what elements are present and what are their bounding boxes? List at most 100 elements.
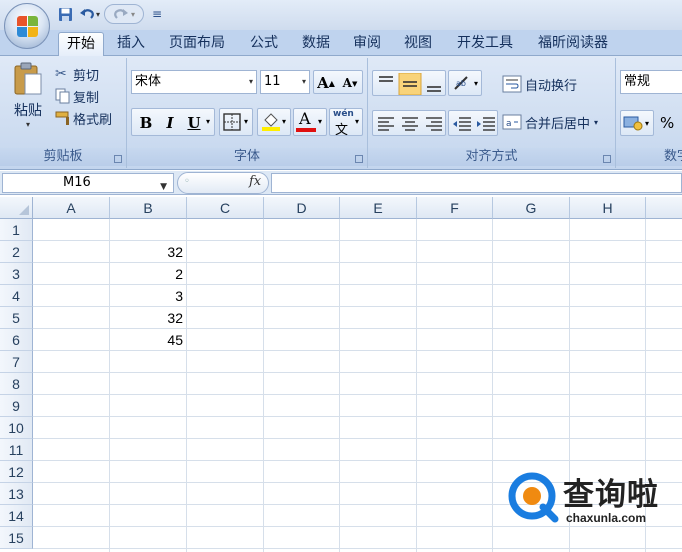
align-bottom-icon[interactable] — [427, 86, 441, 92]
shrink-font-button[interactable]: A ▼ — [338, 71, 362, 95]
name-box-dropdown-icon[interactable]: ▼ — [160, 178, 167, 196]
row-header-2[interactable]: 2 — [0, 241, 33, 263]
tab-insert[interactable]: 插入 — [110, 32, 152, 56]
align-right-icon[interactable] — [426, 117, 442, 131]
row-header-5[interactable]: 5 — [0, 307, 33, 329]
font-color-button[interactable]: A ▾ — [293, 108, 327, 136]
watermark-title: 查询啦 — [563, 477, 659, 513]
font-size-box[interactable]: 11 ▾ — [260, 70, 310, 94]
currency-button[interactable]: ▾ — [620, 110, 654, 136]
undo-dropdown-icon[interactable]: ▾ — [96, 10, 100, 19]
font-size-dropdown-icon[interactable]: ▾ — [302, 71, 306, 93]
column-header-f[interactable]: F — [417, 197, 493, 219]
alignment-launcher-icon[interactable] — [603, 155, 611, 163]
shrink-font-label: A — [342, 76, 352, 90]
svg-text:a: a — [506, 119, 512, 129]
row-header-10[interactable]: 10 — [0, 417, 33, 439]
row-header-14[interactable]: 14 — [0, 505, 33, 527]
row-header-1[interactable]: 1 — [0, 219, 33, 241]
cell-b2[interactable]: 32 — [110, 241, 186, 263]
select-all-button[interactable] — [0, 197, 33, 219]
row-header-15[interactable]: 15 — [0, 527, 33, 549]
cell-b4[interactable]: 3 — [110, 285, 186, 307]
merge-center-button[interactable]: a 合并后居中 ▾ — [502, 110, 598, 134]
grid-line — [416, 219, 417, 552]
phonetic-dropdown-icon: ▾ — [355, 117, 360, 126]
column-header-d[interactable]: D — [264, 197, 340, 219]
underline-dropdown-icon[interactable]: ▾ — [206, 117, 210, 126]
cell-b3[interactable]: 2 — [110, 263, 186, 285]
fill-color-button[interactable]: ▾ — [257, 108, 291, 136]
insert-function-button[interactable]: fx — [249, 174, 261, 189]
paste-button[interactable]: 粘贴 ▾ — [8, 62, 48, 142]
tab-data[interactable]: 数据 — [295, 32, 337, 56]
font-name-box[interactable]: 宋体 ▾ — [131, 70, 257, 94]
cell-b6[interactable]: 45 — [110, 329, 186, 351]
row-header-13[interactable]: 13 — [0, 483, 33, 505]
font-launcher-icon[interactable] — [355, 155, 363, 163]
horizontal-align-group — [372, 110, 446, 136]
column-header-h[interactable]: H — [570, 197, 646, 219]
wrap-text-button[interactable]: 自动换行 — [502, 72, 577, 96]
quick-access-toolbar: ▾ ▾ ≡ — [56, 4, 162, 24]
number-format-box[interactable]: 常规 — [620, 70, 682, 94]
name-box[interactable]: M16 ▼ — [2, 173, 174, 193]
number-group: 常规 ▾ % 数字 — [616, 58, 682, 168]
customize-qat-icon[interactable]: ≡ — [152, 7, 162, 21]
grow-shrink-group: A ▲ A ▼ — [313, 70, 363, 94]
undo-icon[interactable] — [78, 5, 96, 23]
grow-font-button[interactable]: A ▲ — [314, 71, 338, 95]
tab-home[interactable]: 开始 — [58, 32, 104, 56]
grid-line — [33, 416, 682, 417]
italic-button[interactable]: I — [158, 111, 182, 135]
row-header-8[interactable]: 8 — [0, 373, 33, 395]
svg-text:ab: ab — [456, 79, 466, 88]
increase-indent-icon[interactable] — [477, 117, 495, 131]
underline-button[interactable]: U — [182, 111, 206, 135]
tab-review[interactable]: 审阅 — [346, 32, 388, 56]
tab-formulas[interactable]: 公式 — [243, 32, 285, 56]
row-header-6[interactable]: 6 — [0, 329, 33, 351]
column-header-a[interactable]: A — [33, 197, 110, 219]
tab-foxit-reader[interactable]: 福昕阅读器 — [530, 32, 616, 56]
row-header-11[interactable]: 11 — [0, 439, 33, 461]
borders-button[interactable]: ▾ — [219, 108, 253, 136]
grid-line — [492, 219, 493, 552]
phonetic-button[interactable]: wén 文 ▾ — [329, 108, 363, 138]
format-painter-button[interactable]: 格式刷 — [55, 108, 112, 128]
column-header-g[interactable]: G — [493, 197, 570, 219]
tab-page-layout[interactable]: 页面布局 — [162, 32, 232, 56]
alignment-group: ab ▾ 自动换行 a 合并后居中 ▾ 对齐方式 — [368, 58, 616, 168]
redo-button[interactable]: ▾ — [104, 4, 145, 24]
align-left-icon[interactable] — [378, 117, 394, 131]
row-header-12[interactable]: 12 — [0, 461, 33, 483]
clipboard-launcher-icon[interactable] — [114, 155, 122, 163]
tab-developer[interactable]: 开发工具 — [450, 32, 520, 56]
clipboard-group-label: 剪贴板 — [0, 148, 126, 166]
column-header-partial[interactable] — [646, 197, 682, 219]
merge-center-dropdown-icon: ▾ — [594, 117, 599, 127]
column-header-e[interactable]: E — [340, 197, 417, 219]
align-top-icon[interactable] — [375, 73, 397, 95]
font-name-dropdown-icon[interactable]: ▾ — [249, 71, 253, 93]
percent-button[interactable]: % — [660, 114, 674, 132]
align-center-icon[interactable] — [402, 117, 418, 131]
formula-input[interactable] — [271, 173, 682, 193]
bold-button[interactable]: B — [134, 111, 158, 135]
align-middle-icon[interactable] — [398, 73, 422, 95]
column-header-b[interactable]: B — [110, 197, 187, 219]
row-header-7[interactable]: 7 — [0, 351, 33, 373]
office-button[interactable] — [4, 3, 50, 49]
row-header-3[interactable]: 3 — [0, 263, 33, 285]
cell-b5[interactable]: 32 — [110, 307, 186, 329]
decrease-indent-icon[interactable] — [453, 117, 471, 131]
row-header-4[interactable]: 4 — [0, 285, 33, 307]
cut-button[interactable]: ✂ 剪切 — [55, 64, 99, 84]
column-header-c[interactable]: C — [187, 197, 264, 219]
save-icon[interactable] — [56, 5, 74, 23]
watermark: 查询啦 chaxunla.com — [507, 469, 677, 529]
tab-view[interactable]: 视图 — [397, 32, 439, 56]
orientation-button[interactable]: ab ▾ — [448, 70, 482, 96]
row-header-9[interactable]: 9 — [0, 395, 33, 417]
copy-button[interactable]: 复制 — [55, 86, 99, 106]
